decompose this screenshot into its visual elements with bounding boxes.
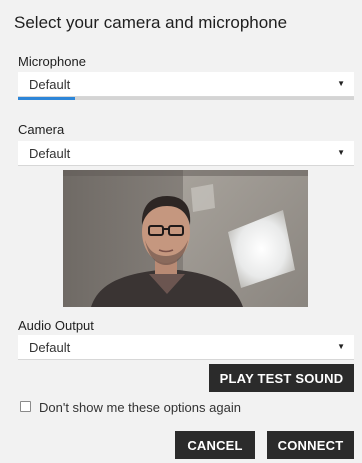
cancel-button[interactable]: CANCEL	[175, 431, 255, 459]
camera-selected-value: Default	[29, 146, 71, 161]
camera-preview-video	[63, 170, 308, 307]
camera-select[interactable]: Default ▼	[18, 141, 354, 166]
triangle-down-icon: ▼	[337, 148, 345, 157]
triangle-down-icon: ▼	[337, 79, 345, 88]
microphone-select[interactable]: Default ▼	[18, 72, 354, 97]
microphone-label: Microphone	[18, 54, 86, 69]
dialog-title: Select your camera and microphone	[14, 13, 288, 32]
audio-output-selected-value: Default	[29, 340, 71, 355]
dont-show-again-label: Don't show me these options again	[39, 400, 241, 415]
audio-output-label: Audio Output	[18, 318, 94, 333]
dont-show-again-checkbox[interactable]	[20, 401, 31, 412]
connect-button[interactable]: CONNECT	[267, 431, 354, 459]
microphone-level-meter	[18, 97, 354, 100]
camera-label: Camera	[18, 122, 65, 137]
microphone-selected-value: Default	[29, 77, 71, 92]
microphone-level-fill	[18, 97, 76, 100]
triangle-down-icon: ▼	[337, 342, 345, 351]
audio-output-select[interactable]: Default ▼	[18, 335, 354, 360]
play-test-sound-button[interactable]: PLAY TEST SOUND	[209, 364, 354, 392]
